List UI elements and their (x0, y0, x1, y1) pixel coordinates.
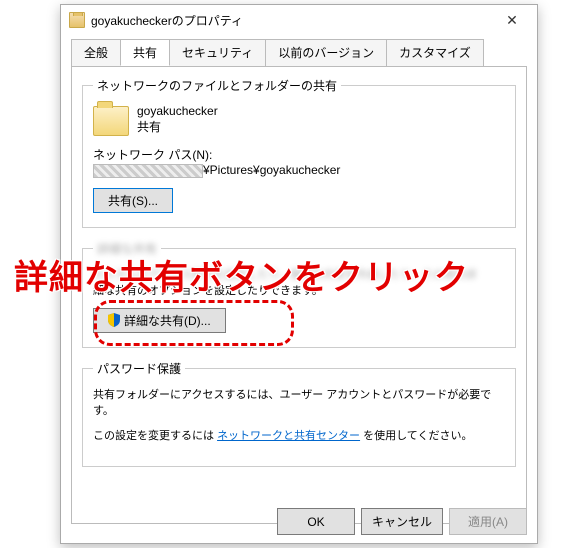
advanced-share-button-label: 詳細な共有(D)... (124, 312, 211, 329)
password-desc-2: この設定を変更するには ネットワークと共有センター を使用してください。 (93, 428, 505, 445)
cancel-button[interactable]: キャンセル (361, 508, 443, 535)
share-name: goyakuchecker (137, 104, 218, 118)
ok-button[interactable]: OK (277, 508, 355, 535)
tab-customize[interactable]: カスタマイズ (386, 39, 484, 66)
group-network-sharing-legend: ネットワークのファイルとフォルダーの共有 (93, 77, 341, 94)
close-button[interactable]: ✕ (491, 6, 533, 34)
titlebar: goyakucheckerのプロパティ ✕ (61, 5, 537, 35)
shield-icon (108, 313, 120, 327)
group-advanced-sharing: 詳細な共有 カスタムのアクセス許可を設定したり、複数の共有を作成したり、その他の… (82, 240, 516, 348)
tab-general[interactable]: 全般 (71, 39, 121, 66)
properties-window: goyakucheckerのプロパティ ✕ 全般 共有 セキュリティ 以前のバー… (60, 4, 538, 544)
group-password-protection: パスワード保護 共有フォルダーにアクセスするには、ユーザー アカウントとパスワー… (82, 360, 516, 468)
advanced-sharing-desc: カスタムのアクセス許可を設定したり、複数の共有を作成したり、その他の詳 細な共有… (93, 267, 505, 300)
redacted-path-prefix (93, 164, 203, 178)
tabstrip: 全般 共有 セキュリティ 以前のバージョン カスタマイズ (71, 39, 527, 66)
share-status: 共有 (137, 118, 218, 135)
tab-content-sharing: ネットワークのファイルとフォルダーの共有 goyakuchecker 共有 ネッ… (71, 66, 527, 524)
advanced-share-button[interactable]: 詳細な共有(D)... (93, 308, 226, 333)
dialog-buttons: OK キャンセル 適用(A) (277, 508, 527, 535)
network-path-label: ネットワーク パス(N): (93, 146, 505, 163)
network-sharing-center-link[interactable]: ネットワークと共有センター (217, 430, 360, 442)
tab-sharing[interactable]: 共有 (120, 39, 170, 66)
group-advanced-sharing-legend: 詳細な共有 (93, 240, 161, 257)
window-title: goyakucheckerのプロパティ (91, 12, 491, 29)
apply-button[interactable]: 適用(A) (449, 508, 527, 535)
share-button[interactable]: 共有(S)... (93, 188, 173, 213)
network-path-tail: ¥Pictures¥goyakuchecker (203, 163, 340, 177)
group-network-sharing: ネットワークのファイルとフォルダーの共有 goyakuchecker 共有 ネッ… (82, 77, 516, 228)
tab-security[interactable]: セキュリティ (169, 39, 266, 66)
folder-icon (69, 12, 85, 28)
group-password-protection-legend: パスワード保護 (93, 360, 185, 377)
network-path-value: ¥Pictures¥goyakuchecker (93, 163, 505, 178)
folder-icon (93, 106, 129, 136)
tab-previous-versions[interactable]: 以前のバージョン (265, 39, 387, 66)
password-desc-1: 共有フォルダーにアクセスするには、ユーザー アカウントとパスワードが必要で す。 (93, 387, 505, 420)
